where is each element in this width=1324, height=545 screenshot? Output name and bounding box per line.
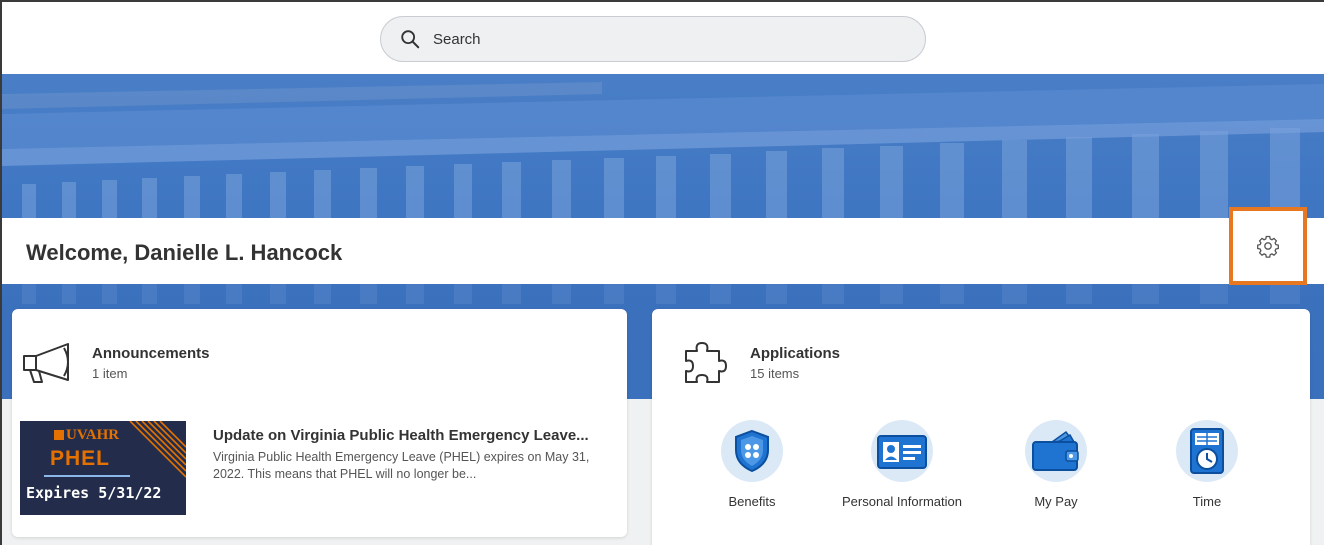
settings-highlight[interactable]: [1229, 207, 1307, 285]
megaphone-icon: [23, 343, 69, 383]
announcements-title: Announcements: [92, 345, 210, 362]
personal-information-circle: [871, 420, 933, 482]
applications-count: 15 items: [750, 366, 800, 381]
announcements-count: 1 item: [92, 366, 128, 381]
thumbnail-expires: Expires 5/31/22: [26, 484, 162, 502]
app-label: My Pay: [1034, 494, 1078, 509]
clock-icon: [1190, 428, 1224, 474]
announcement-body: Virginia Public Health Emergency Leave (…: [213, 450, 590, 481]
announcement-title[interactable]: Update on Virginia Public Health Emergen…: [213, 427, 589, 444]
applications-title: Applications: [750, 345, 841, 362]
workday-home: Welcome, Danielle L. Hancock Announcemen…: [0, 0, 1324, 545]
app-label: Personal Information: [842, 494, 962, 509]
app-personal-information[interactable]: Personal Information: [842, 420, 962, 510]
app-time[interactable]: Time: [1147, 420, 1267, 510]
welcome-heading: Welcome, Danielle L. Hancock: [26, 240, 343, 265]
puzzle-icon: [685, 342, 727, 383]
thumbnail-divider: [44, 475, 130, 477]
app-label: Benefits: [728, 494, 776, 509]
app-label: Time: [1192, 494, 1222, 509]
wallet-icon: [1032, 430, 1079, 471]
gear-icon[interactable]: [1256, 234, 1280, 258]
search-bar[interactable]: [380, 16, 926, 62]
time-circle: [1176, 420, 1238, 482]
app-my-pay[interactable]: My Pay: [996, 420, 1116, 510]
search-input[interactable]: [433, 30, 873, 48]
id-card-icon: [877, 435, 927, 469]
top-bar: [2, 2, 1324, 74]
search-icon: [401, 30, 420, 49]
app-benefits[interactable]: Benefits: [692, 420, 812, 510]
thumbnail-brand: UVAHR: [66, 427, 120, 443]
shield-icon: [735, 429, 769, 473]
my-pay-circle: [1025, 420, 1087, 482]
benefits-circle: [721, 420, 783, 482]
announcement-thumbnail[interactable]: UVAHR PHEL Expires 5/31/22: [20, 421, 186, 515]
thumbnail-phel: PHEL: [49, 447, 110, 470]
